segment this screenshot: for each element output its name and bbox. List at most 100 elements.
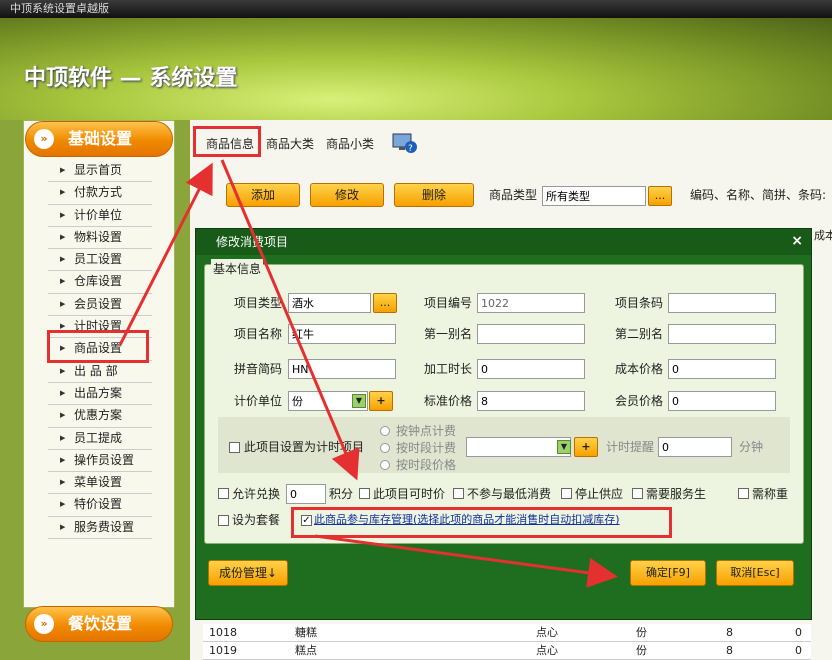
item-type-label: 项目类型 xyxy=(234,296,283,310)
table-row[interactable]: 1018 糖糕 点心 份 8 0 xyxy=(203,624,811,642)
sidebar-item[interactable]: ▶ 会员设置 xyxy=(48,294,152,317)
double-chevron-icon: » xyxy=(34,129,54,149)
sidebar-item[interactable]: ▶ 出品方案 xyxy=(48,383,152,406)
points-label: 积分 xyxy=(329,487,354,501)
selected-item-highlight xyxy=(47,330,149,363)
arrow-right-icon: ▶ xyxy=(60,455,66,464)
sidebar-item[interactable]: ▶ 优惠方案 xyxy=(48,405,152,428)
pinyin-field[interactable] xyxy=(288,359,396,379)
member-price-field[interactable] xyxy=(668,391,776,411)
set-package-label: 设为套餐 xyxy=(232,513,281,527)
component-manage-button[interactable]: 成份管理↓ xyxy=(208,560,288,586)
need-weigh-checkbox[interactable] xyxy=(738,488,749,499)
sidebar-item[interactable]: ▶ 菜单设置 xyxy=(48,472,152,495)
sidebar-item[interactable]: ▶ 员工提成 xyxy=(48,428,152,450)
table-cell-cost: 0 xyxy=(795,644,802,657)
table-cell-cost: 0 xyxy=(795,626,802,639)
sidebar-item[interactable]: ▶ 服务费设置 xyxy=(48,517,152,540)
arrow-right-icon: ▶ xyxy=(60,188,66,197)
std-price-field[interactable] xyxy=(477,391,585,411)
add-timed-button[interactable]: + xyxy=(574,437,598,457)
product-type-label: 商品类型 xyxy=(489,188,538,202)
sidebar-item[interactable]: ▶ 员工设置 xyxy=(48,249,152,272)
category-label: 餐饮设置 xyxy=(68,614,133,633)
table-cell-price: 8 xyxy=(726,626,733,639)
arrow-right-icon: ▶ xyxy=(60,411,66,420)
need-service-checkbox[interactable] xyxy=(632,488,643,499)
alias1-label: 第一别名 xyxy=(424,327,473,341)
set-package-checkbox[interactable] xyxy=(218,515,229,526)
tab-product-minor[interactable]: 商品小类 xyxy=(322,132,378,157)
no-min-checkbox[interactable] xyxy=(453,488,464,499)
sidebar-item[interactable]: ▶ 计价单位 xyxy=(48,205,152,227)
table-cell-unit: 份 xyxy=(636,644,647,657)
arrow-right-icon: ▶ xyxy=(60,299,66,308)
sidebar-item[interactable]: ▶ 出 品 部 xyxy=(48,361,152,383)
ok-button[interactable]: 确定[F9] xyxy=(630,560,706,586)
table-cell-price: 8 xyxy=(726,644,733,657)
cost-column-header: 成本 xyxy=(814,229,832,242)
sidebar-item[interactable]: ▶ 付款方式 xyxy=(48,182,152,205)
stop-supply-checkbox[interactable] xyxy=(561,488,572,499)
item-barcode-field[interactable] xyxy=(668,293,776,313)
radio-period[interactable] xyxy=(380,443,390,453)
sidebar-item-label: 会员设置 xyxy=(74,296,123,311)
tab-highlight xyxy=(193,126,261,157)
duration-field[interactable] xyxy=(477,359,585,379)
radio-period-price[interactable] xyxy=(380,460,390,470)
sidebar-item[interactable]: ▶ 仓库设置 xyxy=(48,271,152,294)
table-cell-name: 糖糕 xyxy=(295,626,317,639)
sidebar-item-label: 操作员设置 xyxy=(74,452,135,467)
cancel-button[interactable]: 取消[Esc] xyxy=(716,560,794,586)
points-field[interactable] xyxy=(286,484,326,504)
chevron-down-icon[interactable]: ▼ xyxy=(352,394,366,408)
timed-select[interactable] xyxy=(466,437,571,457)
item-type-field[interactable] xyxy=(288,293,371,313)
cost-price-field[interactable] xyxy=(668,359,776,379)
search-label: 编码、名称、简拼、条码: xyxy=(690,188,827,202)
category-label: 基础设置 xyxy=(68,129,133,148)
time-price-checkbox[interactable] xyxy=(359,488,370,499)
item-name-field[interactable] xyxy=(288,324,396,344)
table-row[interactable]: 1019 糕点 点心 份 8 0 xyxy=(203,642,811,660)
sidebar-item[interactable]: ▶ 特价设置 xyxy=(48,494,152,517)
sidebar-item[interactable]: ▶ 显示首页 xyxy=(48,160,152,183)
inventory-checkbox[interactable]: ✓ xyxy=(301,515,312,526)
category-catering-settings[interactable]: » 餐饮设置 xyxy=(25,606,173,642)
item-barcode-label: 项目条码 xyxy=(615,296,664,310)
tab-product-major[interactable]: 商品大类 xyxy=(262,132,318,157)
close-icon[interactable]: × xyxy=(791,233,803,249)
item-type-browse-button[interactable]: ... xyxy=(373,293,397,313)
alias2-field[interactable] xyxy=(668,324,776,344)
add-button[interactable]: 添加 xyxy=(226,183,300,207)
sidebar-item-label: 付款方式 xyxy=(74,185,123,200)
product-type-field[interactable] xyxy=(542,186,646,206)
arrow-right-icon: ▶ xyxy=(60,522,66,531)
allow-exchange-label: 允许兑换 xyxy=(232,487,281,501)
category-basic-settings[interactable]: » 基础设置 xyxy=(25,121,173,157)
edit-button[interactable]: 修改 xyxy=(310,183,384,207)
item-code-field[interactable] xyxy=(477,293,585,313)
remind-field[interactable] xyxy=(658,437,732,457)
sidebar-item-label: 特价设置 xyxy=(74,497,123,512)
minutes-label: 分钟 xyxy=(739,440,764,454)
delete-button[interactable]: 删除 xyxy=(394,183,474,207)
sidebar-item[interactable]: ▶ 物料设置 xyxy=(48,227,152,250)
add-unit-button[interactable]: + xyxy=(369,391,393,411)
window-title: 中顶系统设置卓越版 xyxy=(0,0,832,18)
sidebar-item[interactable]: ▶ 操作员设置 xyxy=(48,450,152,473)
sidebar-item-label: 出 品 部 xyxy=(74,363,118,378)
radio-hourly[interactable] xyxy=(380,426,390,436)
table-cell-cat: 点心 xyxy=(536,626,558,639)
timed-item-label: 此项目设置为计时项目 xyxy=(244,440,365,454)
sidebar-item-label: 物料设置 xyxy=(74,229,123,244)
type-browse-button[interactable]: ... xyxy=(648,186,672,206)
timed-item-checkbox[interactable] xyxy=(229,442,240,453)
help-monitor-icon[interactable]: ? xyxy=(392,132,418,154)
chevron-down-icon[interactable]: ▼ xyxy=(557,440,571,454)
alias1-field[interactable] xyxy=(477,324,585,344)
allow-exchange-checkbox[interactable] xyxy=(218,488,229,499)
sidebar-item-label: 出品方案 xyxy=(74,385,123,400)
need-service-label: 需要服务生 xyxy=(646,487,707,501)
remind-label: 计时提醒 xyxy=(606,440,655,454)
